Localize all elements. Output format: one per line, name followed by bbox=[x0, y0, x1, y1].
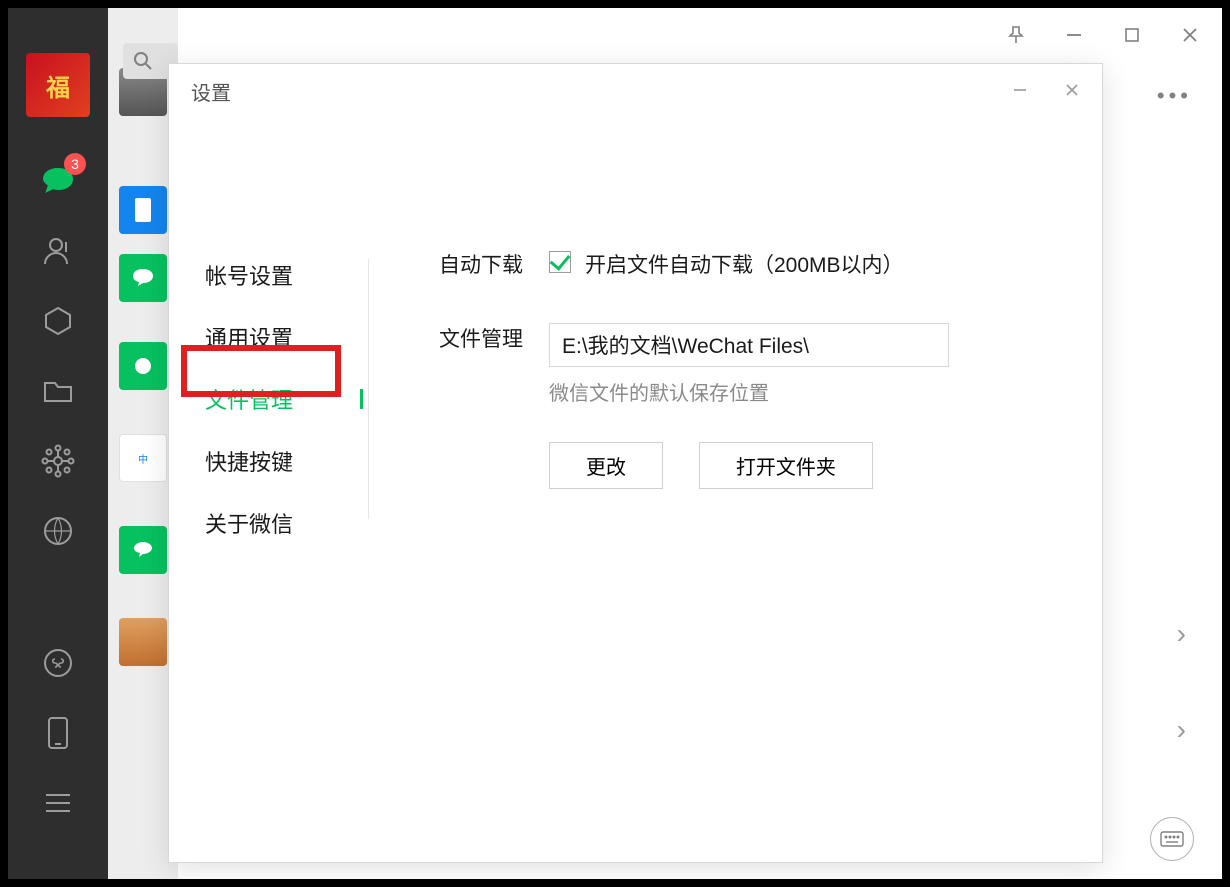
chat-badge: 3 bbox=[64, 153, 86, 175]
auto-download-text: 开启文件自动下载（200MB以内） bbox=[585, 249, 904, 279]
chevron-right-icon[interactable]: › bbox=[1177, 618, 1186, 650]
settings-nav: 帐号设置 通用设置 文件管理 快捷按键 关于微信 bbox=[169, 249, 369, 559]
settings-dialog: 设置 帐号设置 通用设置 文件管理 快捷按键 关于微信 自动下载 开启文件自动下… bbox=[168, 63, 1103, 863]
pin-icon[interactable] bbox=[1004, 23, 1028, 47]
app-sidebar: 福 3 bbox=[8, 8, 108, 879]
open-folder-button[interactable]: 打开文件夹 bbox=[699, 442, 873, 489]
contacts-icon[interactable] bbox=[34, 227, 82, 275]
keyboard-icon[interactable] bbox=[1150, 817, 1194, 861]
chevron-right-icon[interactable]: › bbox=[1177, 714, 1186, 746]
maximize-icon[interactable] bbox=[1120, 23, 1144, 47]
avatar[interactable]: 福 bbox=[26, 53, 90, 117]
nav-account[interactable]: 帐号设置 bbox=[189, 249, 369, 301]
chat-item[interactable] bbox=[119, 618, 167, 666]
change-button[interactable]: 更改 bbox=[549, 442, 663, 489]
file-mgmt-label: 文件管理 bbox=[439, 323, 549, 353]
settings-content: 自动下载 开启文件自动下载（200MB以内） 文件管理 E:\我的文档\WeCh… bbox=[369, 249, 949, 559]
nav-shortcut[interactable]: 快捷按键 bbox=[189, 435, 369, 487]
chat-item[interactable]: 中 bbox=[119, 434, 167, 482]
search-icon bbox=[133, 51, 153, 71]
window-controls bbox=[1004, 23, 1202, 47]
chat-icon[interactable]: 3 bbox=[34, 157, 82, 205]
auto-download-checkbox[interactable] bbox=[549, 251, 571, 273]
menu-icon[interactable] bbox=[34, 779, 82, 827]
avatar-glyph: 福 bbox=[46, 68, 70, 103]
auto-download-label: 自动下载 bbox=[439, 249, 549, 279]
dialog-minimize-icon[interactable] bbox=[1008, 78, 1032, 102]
nav-files[interactable]: 文件管理 bbox=[189, 373, 369, 425]
chat-item[interactable] bbox=[119, 254, 167, 302]
chat-item[interactable] bbox=[119, 186, 167, 234]
mini-program-icon[interactable] bbox=[34, 639, 82, 687]
sidebar-bottom bbox=[34, 639, 82, 879]
files-icon[interactable] bbox=[34, 367, 82, 415]
minimize-icon[interactable] bbox=[1062, 23, 1086, 47]
chat-item[interactable] bbox=[119, 526, 167, 574]
channels-icon[interactable] bbox=[34, 507, 82, 555]
file-path-field[interactable]: E:\我的文档\WeChat Files\ bbox=[549, 323, 949, 367]
dialog-window-controls bbox=[1008, 78, 1084, 102]
dialog-close-icon[interactable] bbox=[1060, 78, 1084, 102]
phone-icon[interactable] bbox=[34, 709, 82, 757]
nav-about[interactable]: 关于微信 bbox=[189, 497, 369, 549]
nav-general[interactable]: 通用设置 bbox=[189, 311, 369, 363]
file-path-hint: 微信文件的默认保存位置 bbox=[549, 377, 949, 406]
moments-icon[interactable] bbox=[34, 437, 82, 485]
chat-item[interactable] bbox=[119, 342, 167, 390]
more-icon[interactable]: ••• bbox=[1157, 83, 1192, 109]
favorites-icon[interactable] bbox=[34, 297, 82, 345]
settings-title: 设置 bbox=[191, 77, 231, 106]
close-icon[interactable] bbox=[1178, 23, 1202, 47]
